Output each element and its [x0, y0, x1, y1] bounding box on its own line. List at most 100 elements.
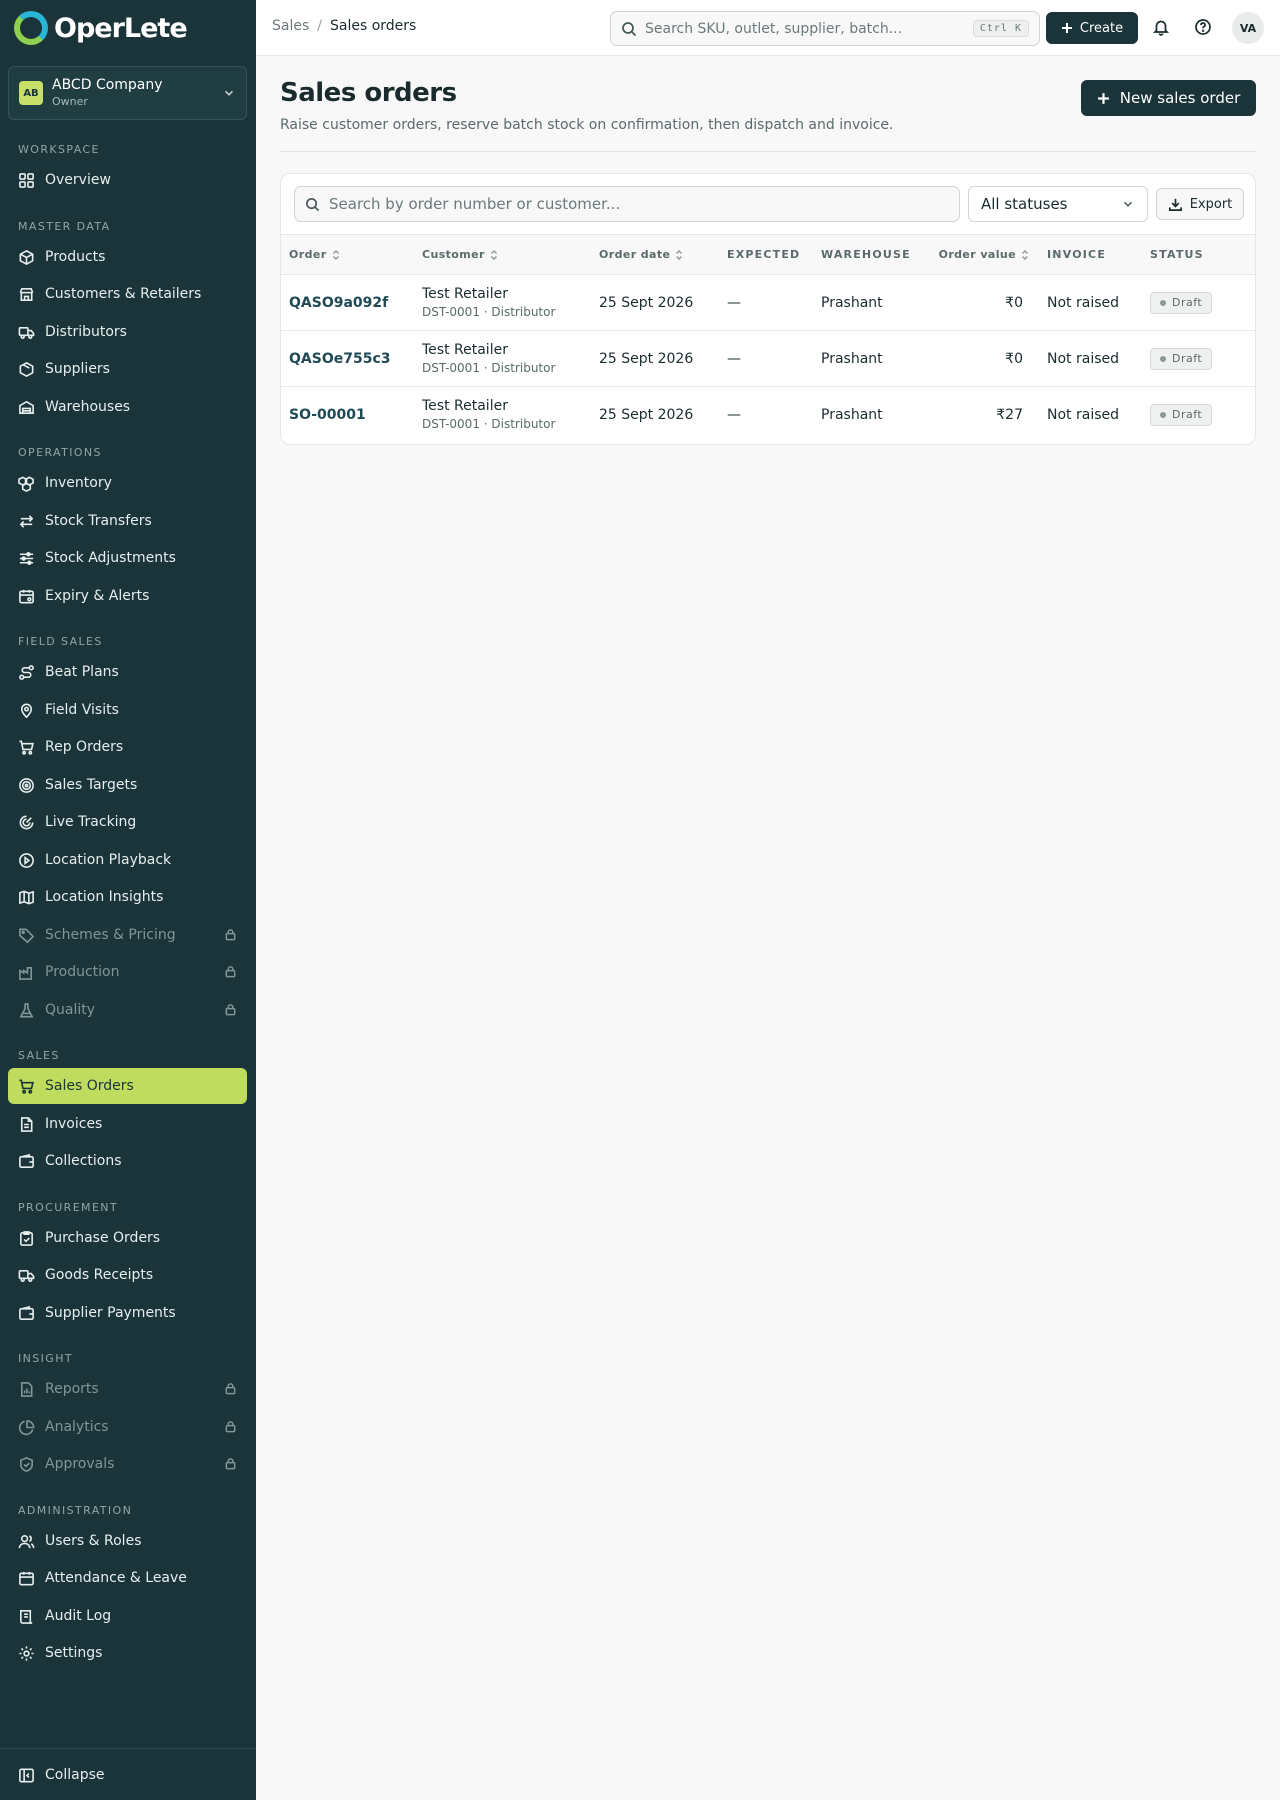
sort-icon — [332, 250, 340, 260]
warehouse-name: Prashant — [821, 406, 883, 423]
sidebar-item-rep-orders[interactable]: Rep Orders — [8, 729, 247, 765]
collapse-sidebar-button[interactable]: Collapse — [8, 1757, 247, 1793]
create-button[interactable]: Create — [1046, 12, 1138, 44]
order-search-input[interactable] — [329, 195, 949, 213]
plus-icon — [1097, 92, 1109, 104]
sidebar-item-production[interactable]: Production — [8, 954, 247, 990]
package-icon — [18, 361, 35, 378]
app-logo[interactable]: OperLete — [14, 10, 188, 46]
sidebar-item-inventory[interactable]: Inventory — [8, 465, 247, 501]
sidebar-item-attendance-leave[interactable]: Attendance & Leave — [8, 1560, 247, 1596]
sidebar-item-overview[interactable]: Overview — [8, 162, 247, 198]
map-icon — [18, 889, 35, 906]
pie-chart-icon — [18, 1419, 35, 1436]
sidebar-item-schemes-pricing[interactable]: Schemes & Pricing — [8, 917, 247, 953]
sidebar-item-products[interactable]: Products — [8, 239, 247, 275]
order-number-link[interactable]: SO-00001 — [281, 387, 414, 443]
sidebar-item-label: Audit Log — [45, 1608, 112, 1624]
customer-code: DST-0001 · Distributor — [422, 360, 556, 375]
topbar: Sales / Sales orders Ctrl K Create VA — [256, 0, 1280, 56]
breadcrumb-sales[interactable]: Sales — [272, 18, 309, 34]
users-icon — [18, 1533, 35, 1550]
sidebar-item-distributors[interactable]: Distributors — [8, 314, 247, 350]
collapse-label: Collapse — [45, 1767, 105, 1783]
order-search[interactable] — [294, 186, 960, 222]
sidebar-item-quality[interactable]: Quality — [8, 992, 247, 1028]
sidebar-item-suppliers[interactable]: Suppliers — [8, 351, 247, 387]
company-switcher[interactable]: AB ABCD Company Owner — [8, 66, 247, 120]
column-header-order-date[interactable]: Order date — [591, 235, 719, 275]
table-row[interactable]: QASOe755c3 Test Retailer DST-0001 · Dist… — [281, 331, 1255, 387]
order-date: 25 Sept 2026 — [599, 350, 694, 367]
sidebar-item-collections[interactable]: Collections — [8, 1143, 247, 1179]
sidebar-item-label: Approvals — [45, 1456, 115, 1472]
sidebar-item-live-tracking[interactable]: Live Tracking — [8, 804, 247, 840]
table-header-row: Order Customer Order date EXPECTED WAREH… — [281, 234, 1255, 275]
sidebar-item-approvals[interactable]: Approvals — [8, 1446, 247, 1482]
table-row[interactable]: QASO9a092f Test Retailer DST-0001 · Dist… — [281, 275, 1255, 331]
sidebar-item-beat-plans[interactable]: Beat Plans — [8, 654, 247, 690]
user-avatar[interactable]: VA — [1232, 12, 1264, 44]
column-header-order[interactable]: Order — [281, 235, 414, 275]
export-button[interactable]: Export — [1156, 188, 1244, 220]
expected-date: — — [727, 406, 741, 423]
nav-section-label: INSIGHT — [18, 1352, 74, 1365]
file-chart-icon — [18, 1381, 35, 1398]
status-cell: Draft — [1142, 275, 1255, 331]
boxes-icon — [18, 475, 35, 492]
column-header-order-value[interactable]: Order value — [930, 235, 1039, 275]
invoice-status: Not raised — [1047, 406, 1119, 423]
truck-icon — [18, 1267, 35, 1284]
sidebar-item-location-insights[interactable]: Location Insights — [8, 879, 247, 915]
radar-icon — [18, 814, 35, 831]
sidebar-item-settings[interactable]: Settings — [8, 1635, 247, 1671]
sidebar-item-stock-transfers[interactable]: Stock Transfers — [8, 503, 247, 539]
sidebar-item-audit-log[interactable]: Audit Log — [8, 1598, 247, 1634]
sidebar-item-supplier-payments[interactable]: Supplier Payments — [8, 1295, 247, 1331]
play-circle-icon — [18, 852, 35, 869]
status-dot-icon — [1160, 355, 1166, 362]
order-date: 25 Sept 2026 — [599, 406, 694, 423]
page-subtitle: Raise customer orders, reserve batch sto… — [280, 117, 894, 133]
sidebar-item-invoices[interactable]: Invoices — [8, 1106, 247, 1142]
invoice-status: Not raised — [1047, 294, 1119, 311]
flask-icon — [18, 1002, 35, 1019]
breadcrumb: Sales / Sales orders — [272, 18, 416, 34]
sidebar-item-label: Sales Orders — [45, 1078, 134, 1094]
sidebar-item-label: Products — [45, 249, 106, 265]
sidebar-item-label: Invoices — [45, 1116, 103, 1132]
table-row[interactable]: SO-00001 Test Retailer DST-0001 · Distri… — [281, 387, 1255, 443]
sidebar-item-location-playback[interactable]: Location Playback — [8, 842, 247, 878]
sidebar-item-label: Warehouses — [45, 399, 131, 415]
column-header-invoice: INVOICE — [1047, 248, 1107, 261]
sidebar-item-sales-orders[interactable]: Sales Orders — [8, 1068, 247, 1104]
customer-cell: Test Retailer DST-0001 · Distributor — [414, 275, 591, 331]
nav-section-label: WORKSPACE — [18, 143, 100, 156]
sidebar-item-sales-targets[interactable]: Sales Targets — [8, 767, 247, 803]
logo-icon — [14, 11, 48, 45]
notifications-button[interactable] — [1152, 18, 1172, 38]
sidebar-item-reports[interactable]: Reports — [8, 1371, 247, 1407]
sidebar-item-field-visits[interactable]: Field Visits — [8, 692, 247, 728]
sidebar-item-users-roles[interactable]: Users & Roles — [8, 1523, 247, 1559]
new-sales-order-button[interactable]: New sales order — [1081, 80, 1256, 116]
column-header-customer[interactable]: Customer — [414, 235, 591, 275]
sidebar-item-expiry-alerts[interactable]: Expiry & Alerts — [8, 578, 247, 614]
sidebar-item-analytics[interactable]: Analytics — [8, 1409, 247, 1445]
order-number-link[interactable]: QASO9a092f — [281, 275, 414, 331]
expected-date: — — [727, 294, 741, 311]
sidebar-item-customers-retailers[interactable]: Customers & Retailers — [8, 276, 247, 312]
status-filter-select[interactable]: All statuses — [968, 186, 1148, 222]
sidebar-item-goods-receipts[interactable]: Goods Receipts — [8, 1257, 247, 1293]
global-search[interactable]: Ctrl K — [610, 11, 1040, 46]
sidebar-item-stock-adjustments[interactable]: Stock Adjustments — [8, 540, 247, 576]
sidebar-item-label: Expiry & Alerts — [45, 588, 150, 604]
sidebar-item-label: Reports — [45, 1381, 99, 1397]
global-search-input[interactable] — [645, 20, 973, 37]
sidebar-item-purchase-orders[interactable]: Purchase Orders — [8, 1220, 247, 1256]
sidebar-item-label: Rep Orders — [45, 739, 124, 755]
order-number-link[interactable]: QASOe755c3 — [281, 331, 414, 387]
sidebar-item-label: Attendance & Leave — [45, 1570, 187, 1586]
help-button[interactable] — [1194, 18, 1214, 38]
sidebar-item-warehouses[interactable]: Warehouses — [8, 389, 247, 425]
